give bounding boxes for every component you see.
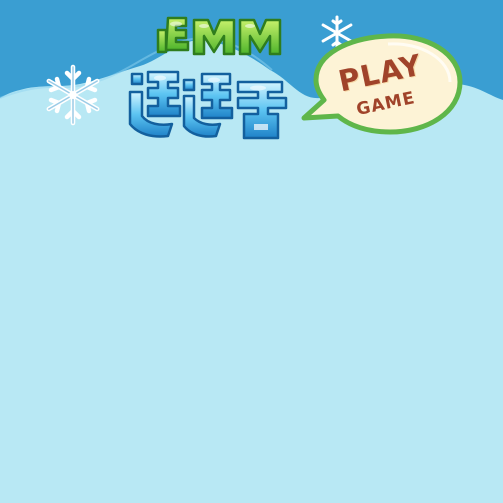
game-start-screen: PLAY GAME	[0, 0, 503, 503]
play-game-button[interactable]: PLAY GAME	[298, 30, 468, 140]
snowflake-icon	[46, 64, 100, 126]
game-logo	[128, 16, 288, 140]
